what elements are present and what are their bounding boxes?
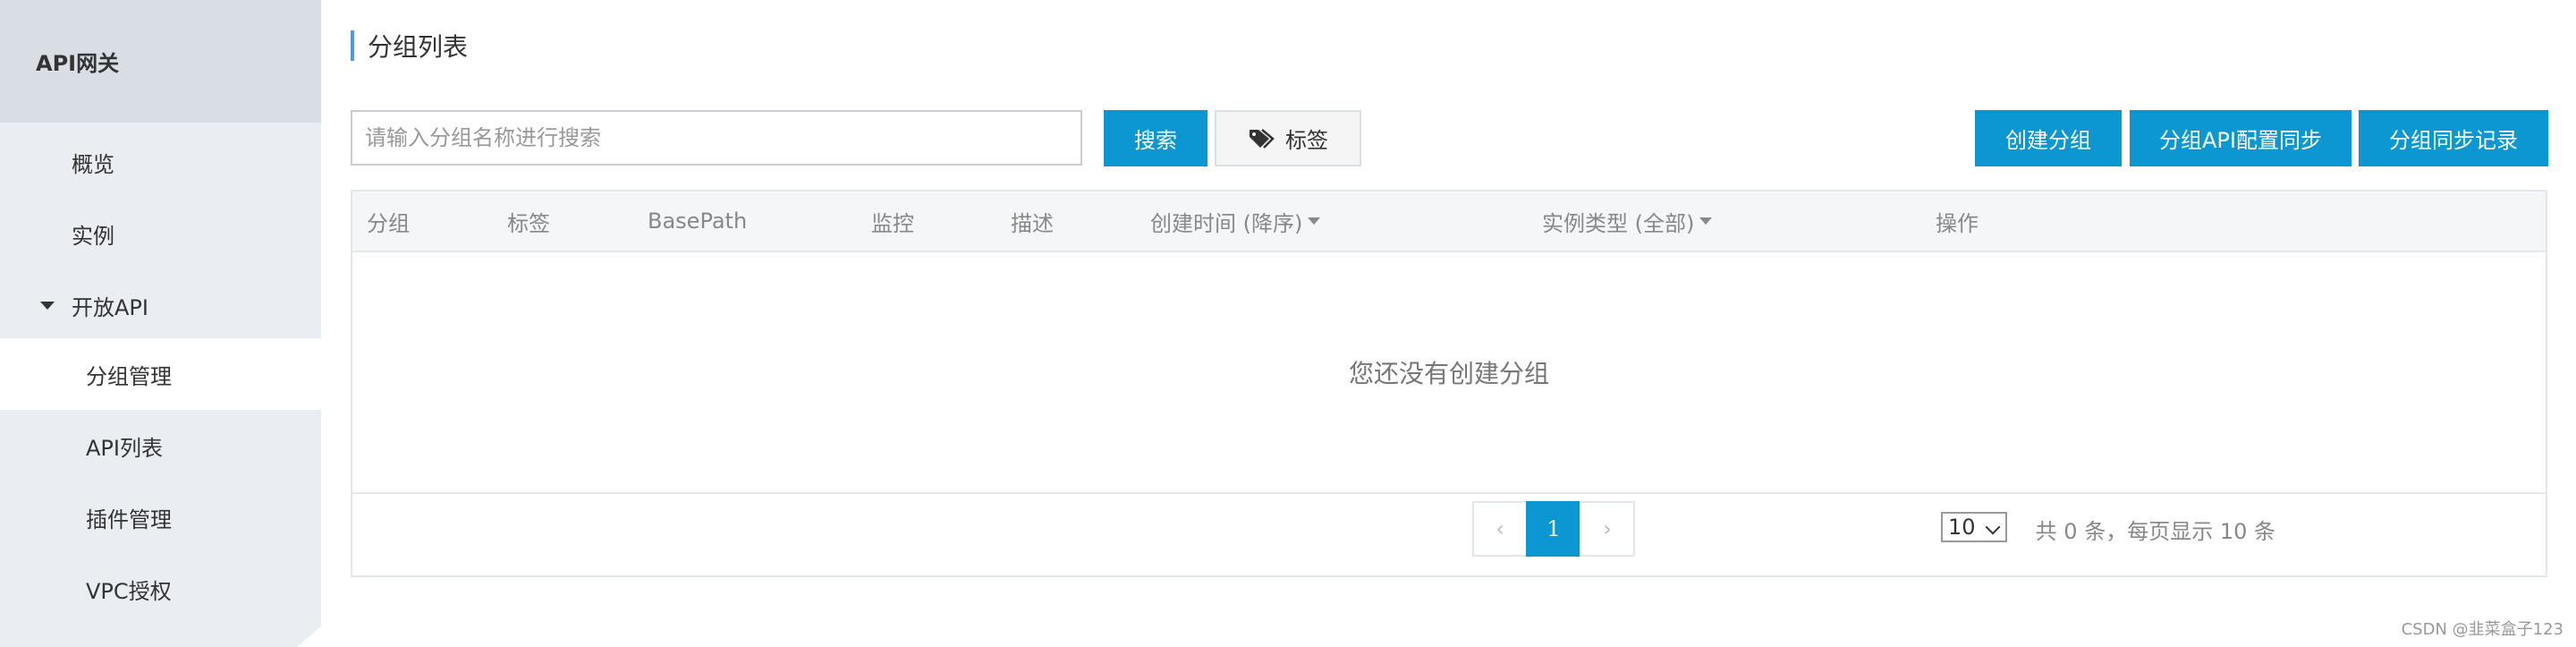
sync-group-api-config-button[interactable]: 分组API配置同步 <box>2130 110 2351 166</box>
pagination-page-1[interactable]: 1 <box>1526 501 1581 557</box>
column-header-created-time[interactable]: 创建时间 (降序) <box>1150 192 1321 251</box>
sidebar-item-plugin-management[interactable]: 插件管理 <box>0 481 321 553</box>
pagination-next-button[interactable]: › <box>1580 501 1635 557</box>
tag-icon <box>1250 128 1275 149</box>
column-header-tags: 标签 <box>507 210 550 236</box>
column-header-basepath: BasePath <box>648 209 748 234</box>
dropdown-arrow-icon <box>1308 217 1321 225</box>
chevron-down-icon <box>1985 519 2001 535</box>
empty-state-message: 您还没有创建分组 <box>352 252 2546 494</box>
sidebar-item-api-list[interactable]: API列表 <box>0 410 321 481</box>
pagination-summary: 共 0 条，每页显示 10 条 <box>2035 518 2275 544</box>
sidebar-title: API网关 <box>0 0 321 123</box>
sidebar: API网关 概览 实例 开放API 分组管理 API列表 插件管理 VPC授权 <box>0 0 321 647</box>
tag-button-label: 标签 <box>1285 128 1328 153</box>
sidebar-item-label: 概览 <box>72 151 114 177</box>
sidebar-group-open-api[interactable]: 开放API <box>0 269 321 341</box>
column-header-group: 分组 <box>367 210 410 236</box>
sidebar-item-instances[interactable]: 实例 <box>0 198 321 269</box>
column-header-description: 描述 <box>1011 210 1054 236</box>
table-header: 分组 标签 BasePath 监控 描述 创建时间 (降序) 实例类型 (全部)… <box>352 192 2546 252</box>
sidebar-item-vpc-authorization[interactable]: VPC授权 <box>0 553 321 625</box>
search-button[interactable]: 搜索 <box>1104 110 1208 166</box>
column-header-monitor: 监控 <box>871 210 914 236</box>
tag-button[interactable]: 标签 <box>1215 110 1361 166</box>
group-sync-records-button[interactable]: 分组同步记录 <box>2359 110 2548 166</box>
group-table: 分组 标签 BasePath 监控 描述 创建时间 (降序) 实例类型 (全部)… <box>351 190 2547 577</box>
search-input[interactable] <box>351 110 1082 166</box>
column-header-actions: 操作 <box>1936 210 1979 236</box>
column-header-instance-type[interactable]: 实例类型 (全部) <box>1542 192 1713 251</box>
caret-down-icon <box>40 301 55 310</box>
page-title: 分组列表 <box>351 30 468 62</box>
sidebar-item-label: VPC授权 <box>86 578 172 604</box>
sidebar-item-label: 开放API <box>72 294 148 320</box>
sidebar-item-label: 插件管理 <box>86 507 172 532</box>
sidebar-item-label: API列表 <box>86 435 163 461</box>
pagination-prev-button[interactable]: ‹ <box>1472 501 1528 557</box>
page-size-select[interactable]: 10 <box>1941 512 2007 542</box>
sidebar-collapse-corner[interactable] <box>297 626 321 647</box>
sidebar-item-overview[interactable]: 概览 <box>0 126 321 198</box>
sidebar-item-group-management[interactable]: 分组管理 <box>0 338 321 410</box>
sidebar-item-label: 实例 <box>72 223 114 249</box>
dropdown-arrow-icon <box>1699 217 1713 225</box>
watermark: CSDN @韭菜盒子123 <box>2401 620 2563 639</box>
create-group-button[interactable]: 创建分组 <box>1975 110 2122 166</box>
sidebar-item-label: 分组管理 <box>86 363 172 389</box>
